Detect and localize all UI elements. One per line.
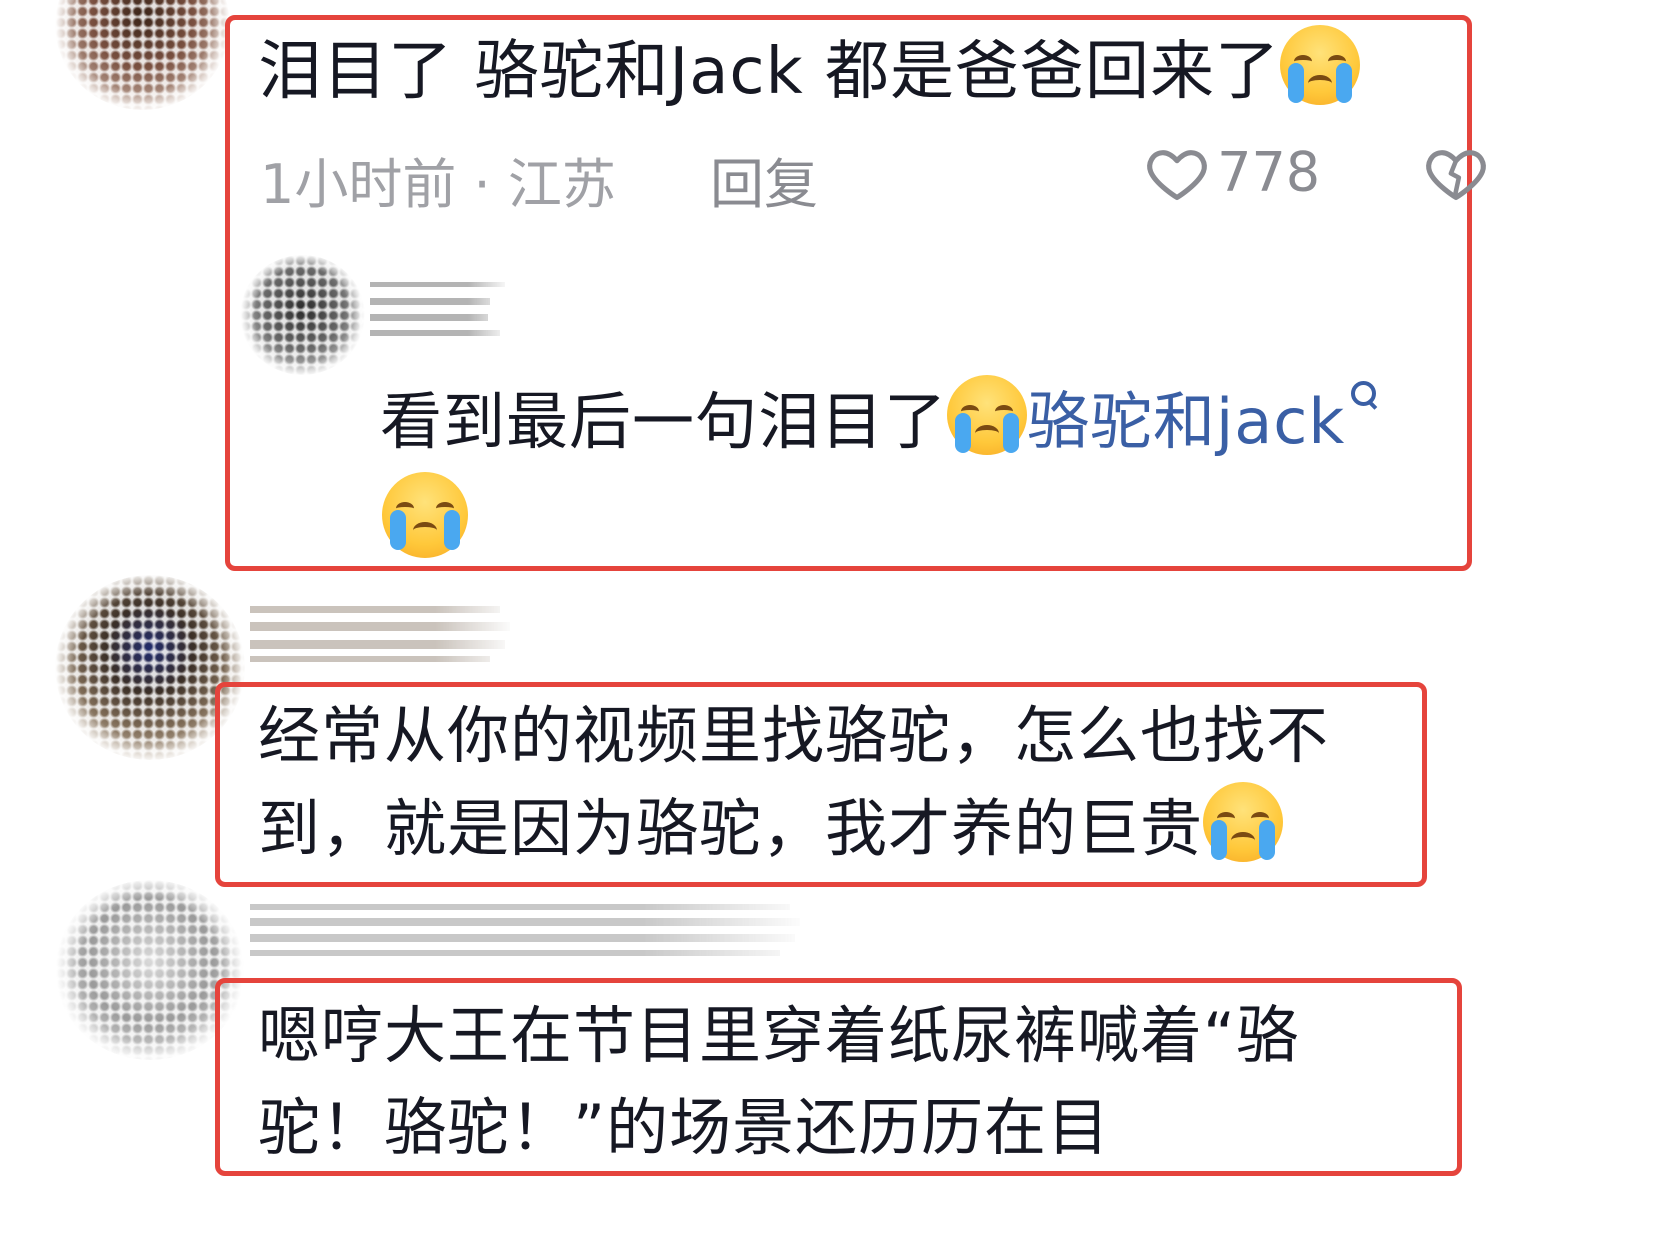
loudly-crying-face-emoji-icon: [1203, 782, 1284, 862]
comment-line-2: 到，就是因为骆驼，我才养的巨贵: [258, 782, 1329, 875]
reply-emoji-line: [382, 472, 468, 558]
avatar[interactable]: [240, 255, 365, 375]
comment-text: 经常从你的视频里找骆驼，怎么也找不 到，就是因为骆驼，我才养的巨贵: [258, 690, 1329, 875]
comment-line: 嗯哼大王在节目里穿着纸尿裤喊着“骆: [258, 999, 1300, 1072]
search-icon[interactable]: [1349, 379, 1379, 409]
dislike-button[interactable]: [1420, 138, 1492, 210]
mention-link[interactable]: 骆驼和jack: [1027, 385, 1345, 458]
avatar[interactable]: [55, 0, 230, 110]
loudly-crying-face-emoji-icon: [382, 472, 468, 558]
username-blurred: [250, 600, 515, 670]
like-count: 778: [1217, 140, 1321, 204]
loudly-crying-face-emoji-icon: [947, 375, 1028, 455]
comment-line: 到，就是因为骆驼，我才养的巨贵: [258, 792, 1204, 865]
comment-line: 驼！骆驼！”的场景还历历在目: [258, 1091, 1111, 1164]
comment-text-content: 泪目了 骆驼和Jack 都是爸爸回来了: [258, 35, 1281, 109]
broken-heart-icon: [1426, 150, 1486, 201]
reply-button[interactable]: 回复: [710, 140, 818, 219]
reply-text: 看到最后一句泪目了 骆驼和jack: [380, 375, 1379, 468]
like-button[interactable]: 778: [1142, 138, 1320, 208]
comment-line: 经常从你的视频里找骆驼，怎么也找不: [258, 699, 1330, 772]
reply-text-content: 看到最后一句泪目了: [380, 385, 948, 458]
comment-text: 泪目了 骆驼和Jack 都是爸爸回来了: [258, 25, 1361, 118]
loudly-crying-face-emoji-icon: [1280, 25, 1361, 105]
username-blurred: [370, 278, 510, 348]
comment-text: 嗯哼大王在节目里穿着纸尿裤喊着“骆 驼！骆驼！”的场景还历历在目: [258, 990, 1299, 1174]
username-blurred: [250, 900, 810, 965]
comment-time-location: 1小时前 · 江苏: [260, 153, 616, 216]
heart-icon: [1147, 150, 1207, 201]
